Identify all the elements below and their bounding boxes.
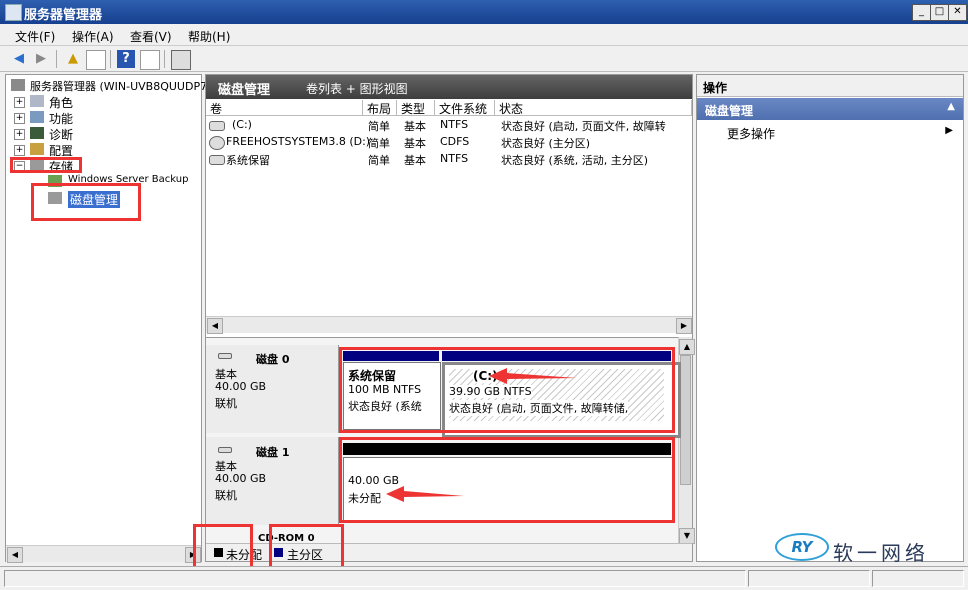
show-action-pane-icon[interactable] (140, 50, 160, 70)
row-fs: CDFS (440, 135, 470, 148)
red-arrow-icon (386, 486, 464, 502)
row-type: 基本 (404, 154, 426, 167)
col-filesystem[interactable]: 文件系统 (435, 100, 495, 116)
tree-item-diagnostics[interactable]: 诊断 (49, 126, 73, 143)
watermark-logo: RY (775, 533, 829, 561)
expand-roles-icon[interactable]: + (14, 97, 25, 108)
show-hide-tree-icon[interactable] (86, 50, 106, 70)
disk-0-name: 磁盘 0 (256, 353, 290, 366)
disk-1-info[interactable]: 磁盘 1 基本 40.00 GB 联机 (206, 437, 339, 525)
status-pane (748, 570, 870, 587)
title-bar: 服务器管理器 _ □ ✕ (0, 0, 968, 24)
row-volume: (C:) (232, 118, 252, 131)
cd-drive-icon (209, 136, 225, 150)
row-layout: 简单 (368, 154, 390, 167)
server-manager-icon (5, 4, 22, 21)
col-status[interactable]: 状态 (495, 100, 692, 116)
row-volume: 系统保留 (226, 154, 270, 167)
disk-1-size: 40.00 GB (215, 472, 267, 485)
minimize-button[interactable]: _ (912, 4, 931, 21)
tree-item-features[interactable]: 功能 (49, 110, 73, 127)
properties-icon[interactable] (171, 50, 191, 70)
tree-item-roles[interactable]: 角色 (49, 94, 73, 111)
row-type: 基本 (404, 137, 426, 150)
window-title: 服务器管理器 (24, 8, 103, 23)
toolbar: ◀ ▶ ▲ ? (0, 46, 968, 72)
maximize-button[interactable]: □ (930, 4, 949, 21)
red-arrow-icon (489, 368, 577, 384)
row-fs: NTFS (440, 118, 469, 131)
disk-management-pane: 磁盘管理 卷列表 + 图形视图 卷 布局 类型 文件系统 状态 (C:) 简单 … (193, 74, 695, 571)
status-pane (872, 570, 964, 587)
disk-1-name: 磁盘 1 (256, 446, 290, 459)
disk-0-info[interactable]: 磁盘 0 基本 40.00 GB 联机 (206, 345, 339, 433)
tree-root-server-manager[interactable]: 服务器管理器 (WIN-UVB8QUUDP7 (30, 78, 207, 94)
more-actions-label: 更多操作 (727, 127, 776, 141)
highlight-disk-0-partitions (339, 347, 675, 433)
highlight-disk-1-partitions (339, 437, 675, 523)
help-icon[interactable]: ? (117, 50, 135, 68)
row-status: 状态良好 (主分区) (501, 137, 591, 150)
row-layout: 简单 (368, 137, 390, 150)
expand-features-icon[interactable]: + (14, 113, 25, 124)
menu-view[interactable]: 查看(V) (130, 28, 172, 45)
menu-action[interactable]: 操作(A) (72, 28, 114, 45)
up-folder-icon[interactable]: ▲ (64, 50, 82, 68)
disk-1-state: 联机 (215, 489, 237, 502)
actions-pane: 操作 磁盘管理 ▲ 更多操作 ▶ RY 软一网络 (696, 74, 964, 565)
highlight-disk-management (31, 183, 141, 221)
configuration-icon (30, 143, 44, 155)
actions-section-disk-management[interactable]: 磁盘管理 ▲ (697, 98, 963, 120)
submenu-arrow-icon: ▶ (945, 125, 953, 136)
pane-header: 磁盘管理 卷列表 + 图形视图 (206, 75, 692, 99)
tree-horizontal-scrollbar[interactable]: ◀ ▶ (6, 545, 201, 563)
row-volume: FREEHOSTSYSTEM3.8 (D:) (226, 135, 371, 148)
menu-help[interactable]: 帮助(H) (188, 28, 230, 45)
features-icon (30, 111, 44, 123)
diagnostics-icon (30, 127, 44, 139)
drive-icon (209, 155, 225, 165)
pane-title: 磁盘管理 (218, 83, 271, 98)
actions-section-label: 磁盘管理 (705, 104, 754, 118)
actions-header: 操作 (697, 75, 963, 97)
disk-icon (218, 353, 232, 359)
row-fs: NTFS (440, 152, 469, 165)
row-type: 基本 (404, 120, 426, 133)
volume-list-scrollbar[interactable]: ◀ ▶ (206, 316, 692, 334)
col-layout[interactable]: 布局 (363, 100, 397, 116)
highlight-storage (10, 157, 82, 173)
highlight-legend-unallocated (193, 524, 253, 571)
watermark-text: 软一网络 (833, 541, 929, 565)
highlight-legend-primary (269, 524, 344, 571)
collapse-arrow-icon[interactable]: ▲ (947, 101, 955, 112)
expand-diagnostics-icon[interactable]: + (14, 129, 25, 140)
status-bar (0, 566, 968, 588)
col-volume[interactable]: 卷 (206, 100, 363, 116)
menu-bar: 文件(F) 操作(A) 查看(V) 帮助(H) (0, 24, 968, 46)
col-type[interactable]: 类型 (397, 100, 435, 116)
disk-icon (218, 447, 232, 453)
close-button[interactable]: ✕ (948, 4, 967, 21)
pane-view-mode: 卷列表 + 图形视图 (306, 82, 408, 96)
status-pane (4, 570, 746, 587)
row-status: 状态良好 (系统, 活动, 主分区) (501, 154, 649, 167)
back-arrow-icon[interactable]: ◀ (10, 50, 28, 68)
roles-icon (30, 95, 44, 107)
disk-0-size: 40.00 GB (215, 380, 267, 393)
navigation-tree: 服务器管理器 (WIN-UVB8QUUDP7 + 角色 + 功能 + 诊断 + … (5, 74, 207, 563)
server-icon (11, 79, 25, 91)
forward-arrow-icon[interactable]: ▶ (32, 50, 50, 68)
more-actions-item[interactable]: 更多操作 ▶ (727, 125, 957, 141)
menu-file[interactable]: 文件(F) (15, 28, 55, 45)
disk-0-state: 联机 (215, 397, 237, 410)
expand-configuration-icon[interactable]: + (14, 145, 25, 156)
row-status: 状态良好 (启动, 页面文件, 故障转 (501, 120, 666, 133)
drive-icon (209, 121, 225, 131)
row-layout: 简单 (368, 120, 390, 133)
